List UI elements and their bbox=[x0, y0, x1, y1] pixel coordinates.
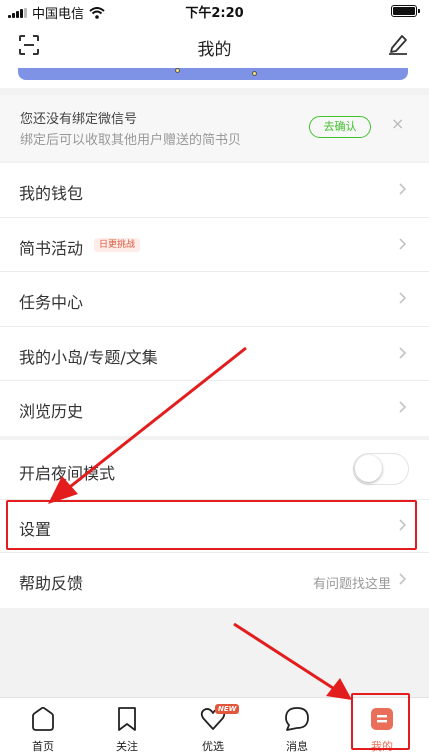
menu-item-collections[interactable]: 我的小岛/专题/文集 bbox=[0, 327, 429, 381]
menu-item-label: 任务中心 bbox=[19, 293, 84, 312]
wechat-notice-subtitle: 绑定后可以收取其他用户赠送的简书贝 bbox=[20, 133, 242, 148]
tab-label: 首页 bbox=[32, 740, 54, 752]
help-hint: 有问题找这里 bbox=[312, 577, 391, 592]
battery-icon bbox=[391, 5, 420, 17]
wechat-bind-notice: 您还没有绑定微信号 绑定后可以收取其他用户赠送的简书贝 去确认 × bbox=[0, 95, 429, 161]
menu-item-label: 设置 bbox=[19, 520, 52, 539]
wechat-notice-title: 您还没有绑定微信号 bbox=[20, 112, 138, 127]
chevron-right-icon bbox=[399, 237, 407, 250]
menu-item-label: 我的钱包 bbox=[19, 184, 84, 203]
profile-icon bbox=[371, 708, 393, 730]
menu-group-primary: 我的钱包 简书活动 日更挑战 任务中心 我的小岛/专题/文集 浏览历史 bbox=[0, 163, 429, 436]
menu-item-wallet[interactable]: 我的钱包 bbox=[0, 163, 429, 218]
page-title: 我的 bbox=[197, 40, 232, 60]
close-icon[interactable]: × bbox=[391, 114, 404, 133]
menu-item-label: 简书活动 bbox=[19, 238, 84, 258]
menu-item-activities[interactable]: 简书活动 日更挑战 bbox=[0, 218, 429, 272]
confirm-button[interactable]: 去确认 bbox=[309, 116, 371, 138]
menu-item-label: 帮助反馈 bbox=[19, 574, 84, 593]
clock: 下午2:20 bbox=[185, 6, 244, 21]
edit-icon[interactable] bbox=[387, 33, 409, 55]
new-badge: NEW bbox=[215, 704, 240, 714]
night-mode-toggle[interactable] bbox=[353, 453, 409, 485]
activity-badge: 日更挑战 bbox=[94, 237, 141, 252]
chevron-right-icon bbox=[399, 519, 407, 531]
tab-me[interactable]: 我的 bbox=[352, 698, 412, 752]
menu-item-label: 开启夜间模式 bbox=[19, 464, 116, 483]
tab-follow[interactable]: 关注 bbox=[97, 698, 157, 752]
chevron-right-icon bbox=[399, 346, 407, 359]
menu-item-history[interactable]: 浏览历史 bbox=[0, 381, 429, 436]
chevron-right-icon bbox=[399, 183, 407, 195]
menu-item-settings[interactable]: 设置 bbox=[0, 500, 429, 553]
tab-messages[interactable]: 消息 bbox=[267, 698, 327, 752]
menu-group-secondary: 开启夜间模式 设置 帮助反馈 有问题找这里 bbox=[0, 440, 429, 608]
menu-item-tasks[interactable]: 任务中心 bbox=[0, 272, 429, 327]
home-icon bbox=[32, 706, 54, 731]
chevron-right-icon bbox=[399, 292, 407, 304]
tab-bar: 首页 关注 NEW 优选 消息 我的 bbox=[0, 697, 429, 752]
menu-item-label: 浏览历史 bbox=[19, 402, 84, 421]
nav-bar: 我的 bbox=[0, 22, 429, 68]
menu-item-label: 我的小岛/专题/文集 bbox=[19, 347, 158, 367]
tab-label: 优选 bbox=[202, 740, 224, 752]
menu-item-night-mode: 开启夜间模式 bbox=[0, 440, 429, 500]
chevron-right-icon bbox=[399, 401, 407, 413]
chat-bubble-icon bbox=[285, 707, 309, 731]
menu-item-help[interactable]: 帮助反馈 有问题找这里 bbox=[0, 553, 429, 608]
tab-featured[interactable]: NEW 优选 bbox=[183, 698, 243, 752]
tab-label: 消息 bbox=[286, 740, 308, 752]
toggle-knob bbox=[355, 455, 382, 482]
tab-label: 我的 bbox=[371, 740, 393, 752]
tab-label: 关注 bbox=[116, 740, 138, 752]
bookmark-icon bbox=[118, 707, 136, 731]
banner-image[interactable] bbox=[18, 68, 408, 80]
status-bar: 中国电信 下午2:20 bbox=[0, 0, 429, 22]
chevron-right-icon bbox=[399, 573, 407, 585]
tab-home[interactable]: 首页 bbox=[13, 698, 73, 752]
